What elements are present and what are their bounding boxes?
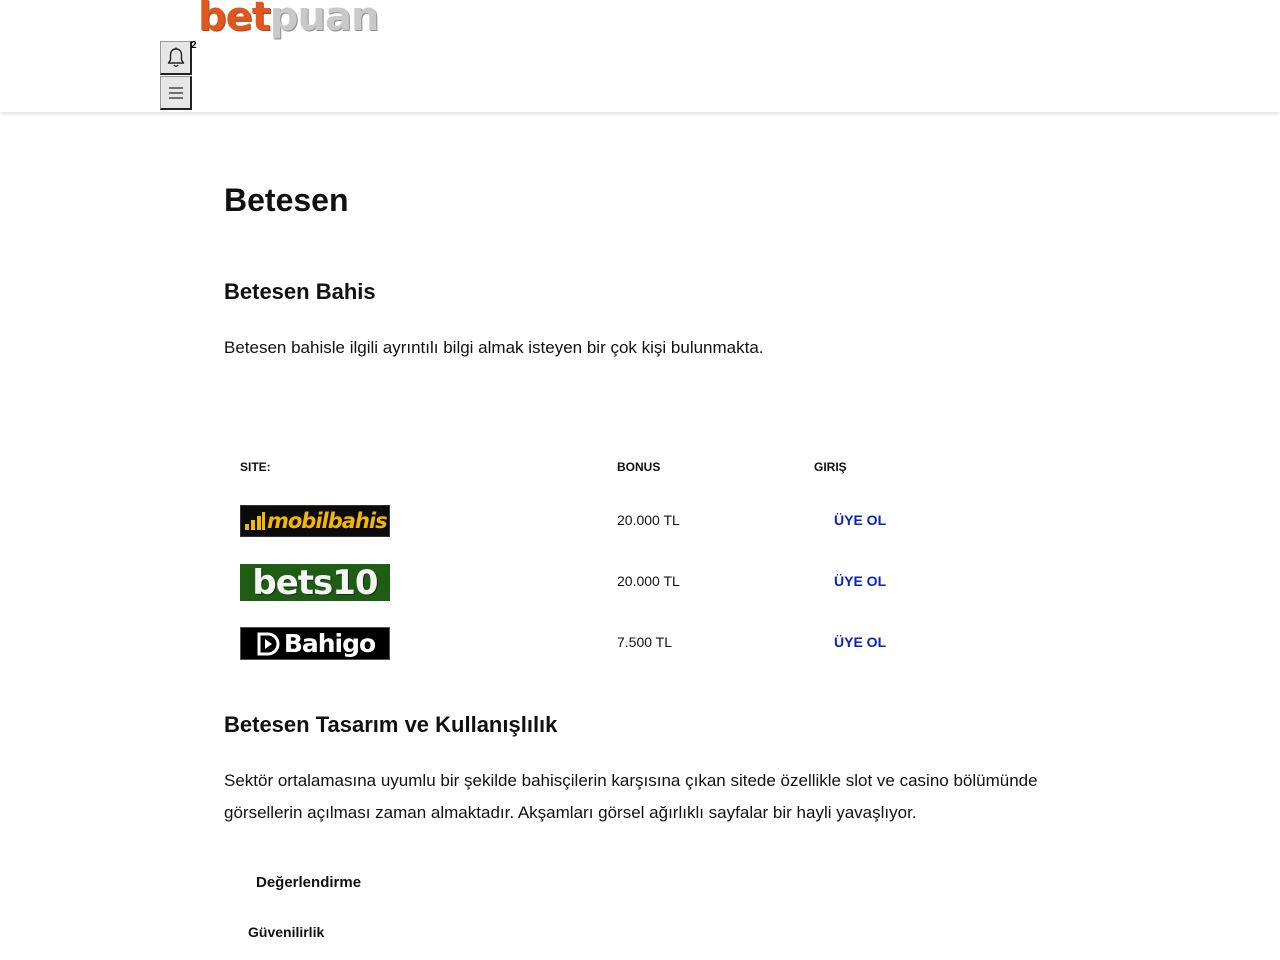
play-icon xyxy=(257,632,280,655)
table-header-site: SITE: xyxy=(240,460,271,474)
bell-icon xyxy=(167,47,184,67)
mobilbahis-logo-text: mobilbahis xyxy=(267,509,388,533)
bonus-amount: 20.000 TL xyxy=(617,573,680,589)
page-title: Betesen xyxy=(224,182,349,218)
logo-part-bet: bet xyxy=(198,0,271,40)
notifications-button[interactable] xyxy=(160,41,192,75)
logo-part-puan: puan xyxy=(269,0,380,40)
bets10-logo[interactable]: bets10 xyxy=(240,564,390,601)
signup-link-mobilbahis[interactable]: ÜYE OL xyxy=(834,512,886,528)
bonus-amount: 7.500 TL xyxy=(617,634,673,650)
notification-count-badge: 2 xyxy=(191,40,197,51)
signal-bars-icon xyxy=(245,512,265,530)
section-heading-tasarim: Betesen Tasarım ve Kullanışlılık xyxy=(224,712,558,737)
bets10-logo-text: bets10 xyxy=(252,564,378,601)
menu-toggle-button[interactable] xyxy=(160,76,192,110)
site-header: betpuan 2 xyxy=(0,0,1280,112)
section-heading-bahis: Betesen Bahis xyxy=(224,279,376,304)
betpuan-logo[interactable]: betpuan xyxy=(198,0,380,40)
table-header-giris: GIRIŞ xyxy=(814,460,847,474)
mobilbahis-logo[interactable]: mobilbahis xyxy=(240,505,390,537)
bahigo-logo[interactable]: Bahigo xyxy=(240,627,390,660)
section-text-tasarim: Sektör ortalamasına uyumlu bir şekilde b… xyxy=(224,771,1038,822)
rating-label: Değerlendirme xyxy=(256,874,362,891)
signup-link-bets10[interactable]: ÜYE OL xyxy=(834,573,886,589)
hamburger-menu-icon xyxy=(168,86,183,99)
bahigo-logo-text: Bahigo xyxy=(283,629,376,658)
security-label: Güvenilirlik xyxy=(248,924,325,940)
signup-link-bahigo[interactable]: ÜYE OL xyxy=(834,634,886,650)
section-text-bahis: Betesen bahisle ilgili ayrıntılı bilgi a… xyxy=(224,338,764,357)
bonus-amount: 20.000 TL xyxy=(617,512,680,528)
table-header-bonus: BONUS xyxy=(617,460,661,474)
